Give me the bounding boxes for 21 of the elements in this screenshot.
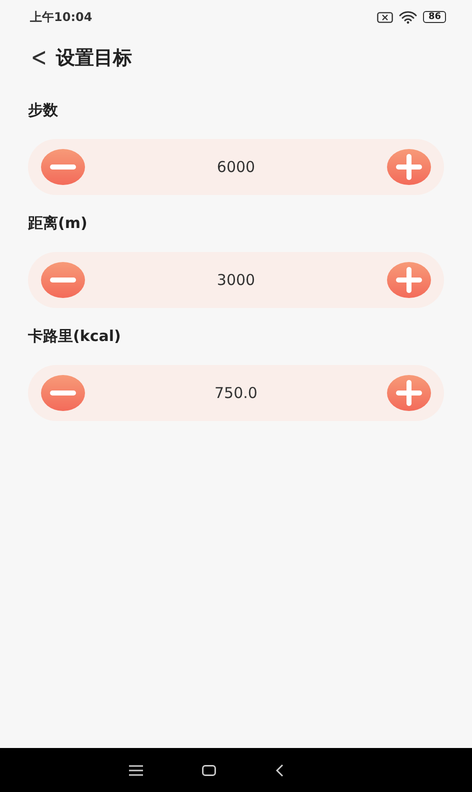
- goal-value: 750.0: [214, 384, 258, 402]
- sim-card-icon: [377, 12, 394, 22]
- plus-button[interactable]: [387, 262, 431, 298]
- minus-button[interactable]: [41, 375, 85, 411]
- goal-label: 距离(m): [28, 214, 88, 234]
- minus-button[interactable]: [41, 262, 85, 298]
- page-title: 设置目标: [56, 46, 132, 71]
- back-button[interactable]: <: [29, 45, 49, 71]
- goal-label: 步数: [28, 101, 59, 121]
- home-icon[interactable]: [202, 764, 216, 776]
- plus-button[interactable]: [387, 149, 431, 185]
- plus-button[interactable]: [386, 375, 431, 411]
- back-icon[interactable]: [274, 764, 284, 776]
- goal-label: 卡路里(kcal): [28, 327, 122, 347]
- goal-value: 3000: [216, 271, 256, 289]
- wifi-icon: [399, 10, 418, 24]
- status-time: 上午10:04: [30, 8, 92, 26]
- minus-button[interactable]: [41, 149, 85, 185]
- battery-level: 86: [423, 11, 446, 23]
- goal-value: 6000: [216, 158, 256, 176]
- menu-icon[interactable]: [129, 764, 144, 776]
